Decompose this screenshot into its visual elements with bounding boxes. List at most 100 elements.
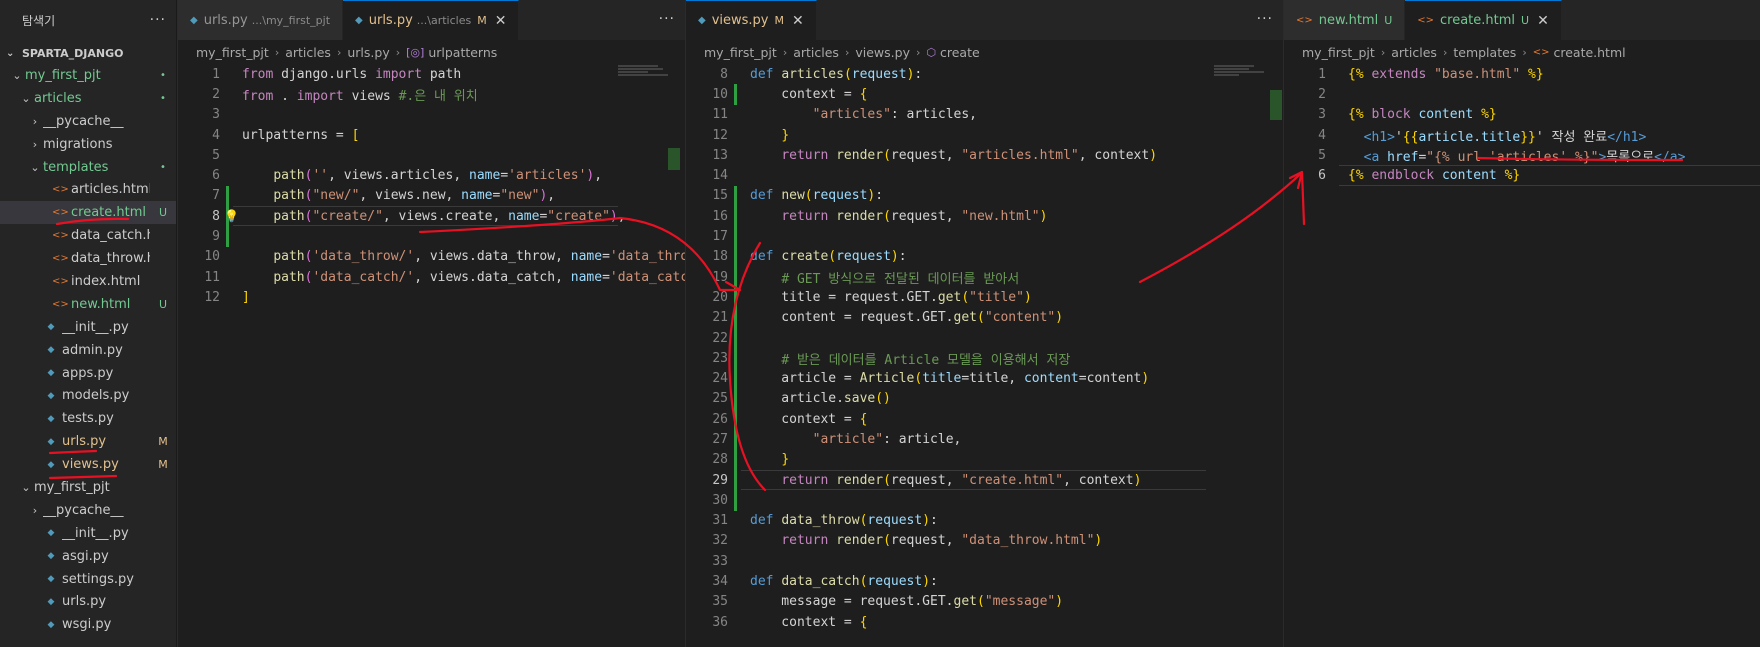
code-line[interactable]: 8 def articles(request): — [686, 64, 1206, 84]
tree-item[interactable]: ⌄ templates • — [0, 156, 176, 179]
tree-item[interactable]: <>data_catch.html — [0, 224, 176, 247]
tree-item[interactable]: ◆ apps.py — [0, 362, 176, 385]
code-line[interactable]: 19 # GET 방식으로 전달된 데이터를 받아서 — [686, 266, 1206, 288]
tree-item[interactable]: <> create.html U — [0, 201, 176, 225]
code-line[interactable]: 16 return render(request, "new.html") — [686, 206, 1206, 227]
tree-item[interactable]: › migrations — [0, 133, 176, 156]
code-line[interactable]: 33 — [686, 551, 1206, 571]
tree-item[interactable]: <>data_throw.html — [0, 247, 176, 270]
tree-item[interactable]: ◆ __init__.py — [0, 316, 176, 339]
code-line[interactable]: 11 "articles": articles, — [686, 105, 1206, 125]
code-line[interactable]: 8 path("create/", views.create, name="cr… — [178, 206, 626, 227]
tab-create-html[interactable]: <> create.html U ✕ — [1405, 0, 1562, 40]
code-line[interactable]: 22 — [686, 327, 1206, 349]
code-line[interactable]: 11 path('data_catch/', views.data_catch,… — [178, 267, 685, 287]
code-line[interactable]: 32 return render(request, "data_throw.ht… — [686, 531, 1206, 551]
tab-new-html[interactable]: <> new.html U — [1284, 0, 1406, 40]
breadcrumb-item[interactable]: my_first_pjt — [196, 45, 269, 60]
code-line[interactable]: 4 urlpatterns = [ — [178, 125, 618, 145]
breadcrumb-item[interactable]: create — [940, 45, 980, 60]
code-line[interactable]: 5 <a href="{% url 'articles' %}">목록으로</a… — [1284, 145, 1760, 165]
tree-item[interactable]: ◆ urls.py M — [0, 430, 176, 453]
tab-urls-py[interactable]: ◆ urls.py ...\my_first_pjt — [178, 0, 344, 40]
code-line[interactable]: 35 message = request.GET.get("message") — [686, 592, 1206, 612]
breadcrumb-item[interactable]: articles — [1391, 45, 1437, 60]
breadcrumb-item[interactable]: urlpatterns — [428, 45, 497, 60]
code-line[interactable]: 6 path('', views.articles, name='article… — [178, 165, 618, 185]
code-line[interactable]: 17 — [686, 226, 1206, 247]
code-line[interactable]: 28 } — [686, 449, 1206, 470]
tab-more-icon[interactable]: ··· — [659, 11, 675, 27]
code-line[interactable]: 20 title = request.GET.get("title") — [686, 287, 1206, 308]
code-line[interactable]: 12] — [178, 287, 618, 307]
code-editor[interactable]: 1 {% extends "base.html" %} 2 3 {% block con… — [1284, 64, 1760, 186]
tree-item[interactable]: ◆ __init__.py — [0, 522, 176, 545]
code-line[interactable]: 18 def create(request): — [686, 246, 1206, 267]
code-line[interactable]: 26 context = { — [686, 409, 1206, 430]
tree-item[interactable]: ◆ asgi.py — [0, 545, 176, 568]
tree-item[interactable]: ◆ admin.py — [0, 339, 176, 362]
breadcrumb-item[interactable]: templates — [1453, 45, 1516, 60]
tree-item[interactable]: › __pycache__ — [0, 110, 176, 133]
code-line[interactable]: 1 {% extends "base.html" %} — [1284, 64, 1760, 84]
code-line[interactable]: 36 context = { — [686, 612, 1206, 632]
code-line[interactable]: 7 path("new/", views.new, name="new"), — [178, 185, 618, 207]
tree-item[interactable]: <> new.html U — [0, 293, 176, 316]
tree-item[interactable]: <> articles.html — [0, 178, 176, 201]
code-line[interactable]: 31 def data_throw(request): — [686, 511, 1206, 531]
code-editor[interactable]: 8 def articles(request): 10 context = {11 … — [686, 64, 1206, 632]
close-icon[interactable]: ✕ — [495, 13, 507, 29]
code-line[interactable]: 6 {% endblock content %} — [1284, 165, 1760, 186]
close-icon[interactable]: ✕ — [1537, 13, 1549, 29]
code-line[interactable]: 3 — [178, 105, 618, 125]
tree-item[interactable]: ◆ tests.py — [0, 407, 176, 430]
code-line[interactable]: 15 def new(request): — [686, 185, 1206, 207]
tree-item[interactable]: ⌄ my_first_pjt • — [0, 64, 176, 87]
code-line[interactable]: 10 context = { — [686, 84, 1206, 105]
code-line[interactable]: 13 return render(request, "articles.html… — [686, 145, 1206, 165]
minimap[interactable] — [618, 64, 678, 104]
tab-urls-py[interactable]: ◆ urls.py ...\articles M ✕ — [343, 0, 520, 40]
code-editor[interactable]: 1 from django.urls import path 2 from . imp… — [178, 64, 685, 308]
tree-item[interactable]: ◆ views.py M — [0, 453, 176, 476]
tab-views-py[interactable]: ◆ views.py M ✕ — [686, 0, 817, 40]
code-line[interactable]: 30 — [686, 490, 1206, 511]
breadcrumb-item[interactable]: urls.py — [347, 45, 389, 60]
code-line[interactable]: 23 # 받은 데이터를 Article 모델을 이용해서 저장 — [686, 348, 1206, 369]
breadcrumb-item[interactable]: my_first_pjt — [1302, 45, 1375, 60]
code-line[interactable]: 2 — [1284, 84, 1760, 104]
code-line[interactable]: 9 — [178, 226, 618, 247]
tab-more-icon[interactable]: ··· — [1257, 11, 1273, 27]
tree-item[interactable]: ◆ urls.py — [0, 590, 176, 613]
code-line[interactable]: 5 — [178, 145, 618, 165]
breadcrumb-item[interactable]: my_first_pjt — [704, 45, 777, 60]
tree-item[interactable]: <> index.html — [0, 270, 176, 293]
explorer-more-icon[interactable]: ··· — [150, 12, 166, 28]
close-icon[interactable]: ✕ — [792, 13, 804, 29]
minimap[interactable] — [1214, 64, 1274, 104]
tree-item[interactable]: ◆ wsgi.py — [0, 613, 176, 636]
code-line[interactable]: 14 — [686, 165, 1206, 185]
breadcrumb-item[interactable]: articles — [285, 45, 331, 60]
code-line[interactable]: 21 content = request.GET.get("content") — [686, 307, 1206, 328]
code-line[interactable]: 1 from django.urls import path — [178, 64, 618, 84]
breadcrumb-item[interactable]: articles — [793, 45, 839, 60]
tree-item[interactable]: ⌄ my_first_pjt — [0, 476, 176, 499]
code-line[interactable]: 12 } — [686, 125, 1206, 145]
code-line[interactable]: 10 path('data_throw/', views.data_throw,… — [178, 247, 685, 267]
tree-item[interactable]: › __pycache__ — [0, 499, 176, 522]
workspace-root[interactable]: ⌄ SPARTA_DJANGO — [0, 42, 176, 64]
breadcrumb-item[interactable]: create.html — [1553, 45, 1625, 60]
code-line[interactable]: 2 from . import views #.은 내 위치 — [178, 84, 618, 104]
code-line[interactable]: 27 "article": article, — [686, 429, 1206, 450]
code-line[interactable]: 4 <h1>'{{article.title}}' 작성 완료</h1> — [1284, 125, 1760, 145]
tree-item[interactable]: ◆ models.py — [0, 384, 176, 407]
code-line[interactable]: 25 article.save() — [686, 388, 1206, 410]
code-line[interactable]: 29 return render(request, "create.html",… — [686, 469, 1206, 491]
tree-item[interactable]: ◆ settings.py — [0, 568, 176, 591]
breadcrumb-item[interactable]: views.py — [855, 45, 910, 60]
code-line[interactable]: 34 def data_catch(request): — [686, 571, 1206, 591]
code-line[interactable]: 24 article = Article(title=title, conten… — [686, 368, 1206, 389]
lightbulb-icon[interactable]: 💡 — [224, 209, 239, 223]
tree-item[interactable]: ⌄ articles • — [0, 87, 176, 110]
